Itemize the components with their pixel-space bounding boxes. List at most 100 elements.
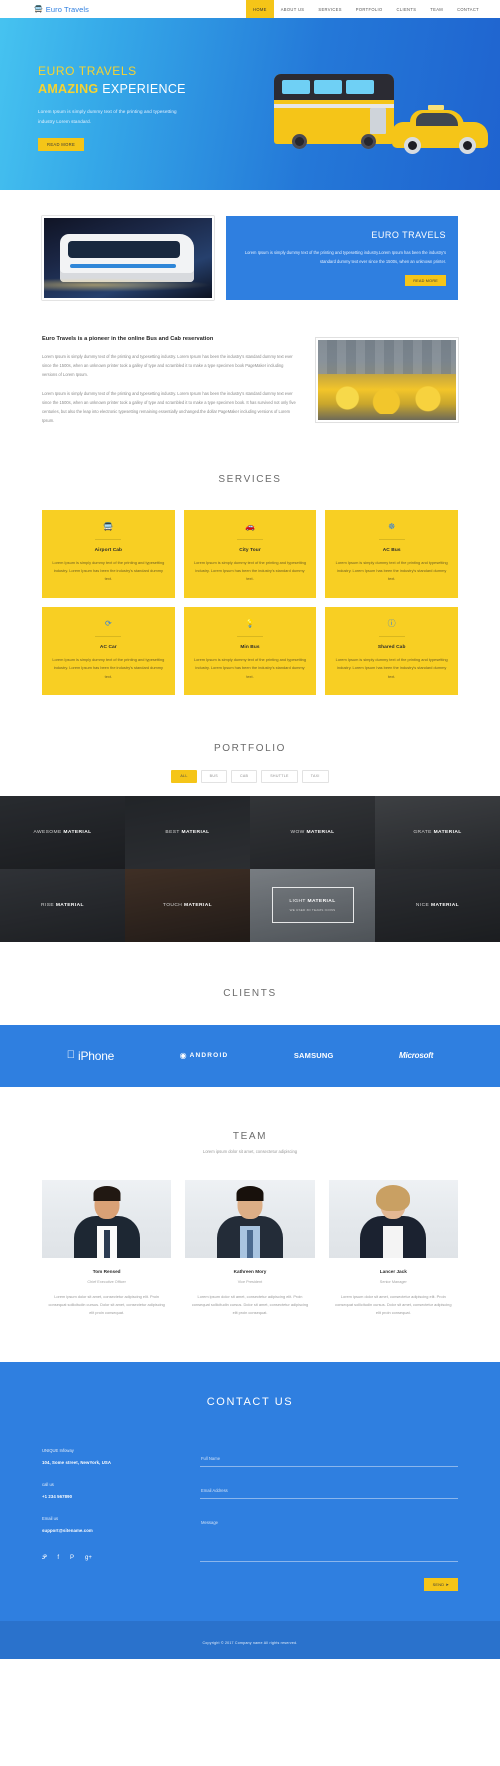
portfolio-tile-caption: GRATE MATERIAL [413, 830, 461, 835]
portfolio-tile[interactable]: BEST MATERIAL [125, 795, 250, 869]
portfolio-filters: ALL BUS CAB SHUTTLE TAXI [0, 769, 500, 783]
team-section: TEAM Lorem ipsum dolor sit amet, consect… [0, 1087, 500, 1318]
compass-icon: ☸ [388, 521, 396, 531]
contact-title: CONTACT US [206, 1395, 294, 1408]
portfolio-filter-cab[interactable]: CAB [230, 769, 258, 783]
services-title: SERVICES [218, 473, 282, 485]
hero-content: EURO TRAVELS AMAZING EXPERIENCE Lorem Ip… [0, 18, 500, 152]
portfolio-tile-caption: WOW MATERIAL [290, 830, 334, 835]
site-logo[interactable]: 🚍 Euro Travels [34, 5, 89, 14]
team-member-card: Lancer Jack Senior Manager Lorem ipsum d… [328, 1179, 458, 1318]
team-member-role: Senior Manager [379, 1279, 407, 1284]
message-textarea[interactable] [200, 1515, 458, 1562]
twitter-icon[interactable]: 𝒫 [42, 1555, 46, 1562]
client-logo-label: SAMSUNG [290, 1051, 334, 1061]
contact-info-column: UNIQUE Infoway 104, Some street, NewYork… [42, 1448, 174, 1591]
lightbulb-icon: 💡 [245, 618, 255, 628]
portfolio-tile[interactable]: TOUCH MATERIAL [125, 868, 250, 942]
hero-title-primary: EURO TRAVELS [38, 64, 137, 78]
nav-item-clients[interactable]: CLIENTS [390, 0, 424, 18]
clock-refresh-icon: ⟳ [104, 618, 112, 628]
service-name: Shared Cab [377, 644, 406, 650]
portfolio-filter-shuttle[interactable]: SHUTTLE [261, 769, 298, 783]
divider [95, 635, 122, 637]
divider [378, 538, 405, 540]
team-grid: Tom Rensed Chief Executive Officer Lorem… [42, 1179, 458, 1318]
team-member-card: Tom Rensed Chief Executive Officer Lorem… [42, 1179, 172, 1318]
contact-email[interactable]: support@sitename.com [42, 1528, 174, 1533]
divider [95, 538, 122, 540]
hero-title-rest: EXPERIENCE [98, 82, 186, 96]
service-card[interactable]: ⟳ AC Car Lorem Ipsum is simply dummy tex… [42, 606, 175, 695]
service-name: AC Bus [382, 547, 401, 553]
caption-bold: MATERIAL [430, 902, 460, 908]
portfolio-tile-caption: TOUCH MATERIAL [163, 903, 212, 908]
divider [236, 538, 263, 540]
copyright-text: Copyright © 2017 Company name All rights… [202, 1640, 298, 1645]
divider [378, 635, 405, 637]
service-card[interactable]: ☸ AC Bus Lorem Ipsum is simply dummy tex… [325, 509, 458, 598]
feature-panel: EURO TRAVELS Lorem Ipsum is simply dummy… [226, 216, 458, 300]
nav-item-contact[interactable]: CONTACT [450, 0, 486, 18]
team-member-role: Vice President [237, 1279, 263, 1284]
service-card[interactable]: 🚍 Airport Cab Lorem Ipsum is simply dumm… [42, 509, 175, 598]
email-address-input[interactable] [200, 1483, 458, 1499]
caption-lead: LIGHT [289, 898, 308, 904]
nav-item-team[interactable]: TEAM [423, 0, 450, 18]
nav-item-services[interactable]: SERVICES [311, 0, 348, 18]
portfolio-tile[interactable]: GRATE MATERIAL [375, 795, 500, 869]
portfolio-tile-caption: AWESOME MATERIAL [33, 830, 91, 835]
portfolio-tile[interactable]: NICE MATERIAL [375, 868, 500, 942]
team-member-card: Kathreen Mory Vice President Lorem ipsum… [185, 1179, 315, 1318]
portfolio-tile-caption: RISE MATERIAL [41, 903, 84, 908]
pinterest-icon[interactable]: P [70, 1555, 74, 1562]
nav-item-portfolio[interactable]: PORTFOLIO [349, 0, 390, 18]
caption-lead: NICE [415, 902, 431, 908]
team-member-bio: Lorem ipsum dolor sit amet, consectetur … [191, 1293, 309, 1316]
service-name: City Tour [239, 547, 261, 553]
send-button[interactable]: SEND ➤ [423, 1577, 458, 1591]
contact-email-label: Email us [42, 1515, 59, 1521]
car-icon: 🚗 [245, 521, 255, 531]
portfolio-tile[interactable]: WOW MATERIAL [250, 795, 375, 869]
facebook-icon[interactable]: f [57, 1555, 59, 1562]
feature-read-more-button[interactable]: READ MORE [405, 275, 446, 287]
client-logo-iphone:  iPhone [67, 1049, 115, 1063]
portfolio-tile-caption: LIGHT MATERIAL WE USED 3D TEAMS ICONS [289, 899, 335, 912]
team-member-bio: Lorem ipsum dolor sit amet, consectetur … [48, 1293, 165, 1316]
portfolio-tile[interactable]: LIGHT MATERIAL WE USED 3D TEAMS ICONS [250, 868, 375, 942]
nav-item-home[interactable]: HOME [246, 0, 274, 18]
nav-item-about-us[interactable]: ABOUT US [274, 0, 312, 18]
caption-bold: MATERIAL [183, 902, 213, 908]
team-title: TEAM [232, 1130, 268, 1142]
caption-lead: RISE [41, 902, 56, 908]
portfolio-filter-taxi[interactable]: TAXI [301, 769, 329, 783]
service-card[interactable]: ⓘ Shared Cab Lorem Ipsum is simply dummy… [325, 606, 458, 695]
feature-section: EURO TRAVELS Lorem Ipsum is simply dummy… [0, 190, 500, 300]
hero-read-more-button[interactable]: READ MORE [38, 138, 85, 152]
client-logo-label: Microsoft [398, 1051, 433, 1061]
caption-subtitle: WE USED 3D TEAMS ICONS [289, 907, 336, 912]
portfolio-filter-all[interactable]: ALL [171, 769, 197, 783]
portfolio-tile[interactable]: AWESOME MATERIAL [0, 795, 125, 869]
about-paragraph-2: Lorem Ipsum is simply dummy text of the … [42, 391, 296, 423]
service-card[interactable]: 💡 Min Bus Lorem Ipsum is simply dummy te… [183, 606, 317, 695]
full-name-input[interactable] [200, 1451, 458, 1467]
contact-phone[interactable]: +1 234 567890 [42, 1494, 174, 1499]
caption-lead: AWESOME [33, 829, 64, 835]
team-member-photo [328, 1179, 458, 1258]
service-name: Min Bus [240, 644, 260, 650]
about-section: Euro Travels is a pioneer in the online … [0, 300, 500, 426]
portfolio-filter-bus[interactable]: BUS [200, 769, 227, 783]
service-description: Lorem Ipsum is simply dummy text of the … [335, 656, 448, 679]
google-plus-icon[interactable]: g+ [85, 1555, 92, 1562]
portfolio-tile[interactable]: RISE MATERIAL [0, 868, 125, 942]
team-member-photo [42, 1179, 172, 1258]
service-card[interactable]: 🚗 City Tour Lorem Ipsum is simply dummy … [183, 509, 317, 598]
hero-banner: EURO TRAVELS AMAZING EXPERIENCE Lorem Ip… [0, 18, 500, 190]
feature-title: EURO TRAVELS [371, 230, 446, 240]
contact-company: UNIQUE Infoway [42, 1447, 74, 1453]
caption-bold: MATERIAL [433, 829, 462, 835]
info-icon: ⓘ [387, 618, 396, 628]
feature-bus-photo [42, 216, 214, 300]
